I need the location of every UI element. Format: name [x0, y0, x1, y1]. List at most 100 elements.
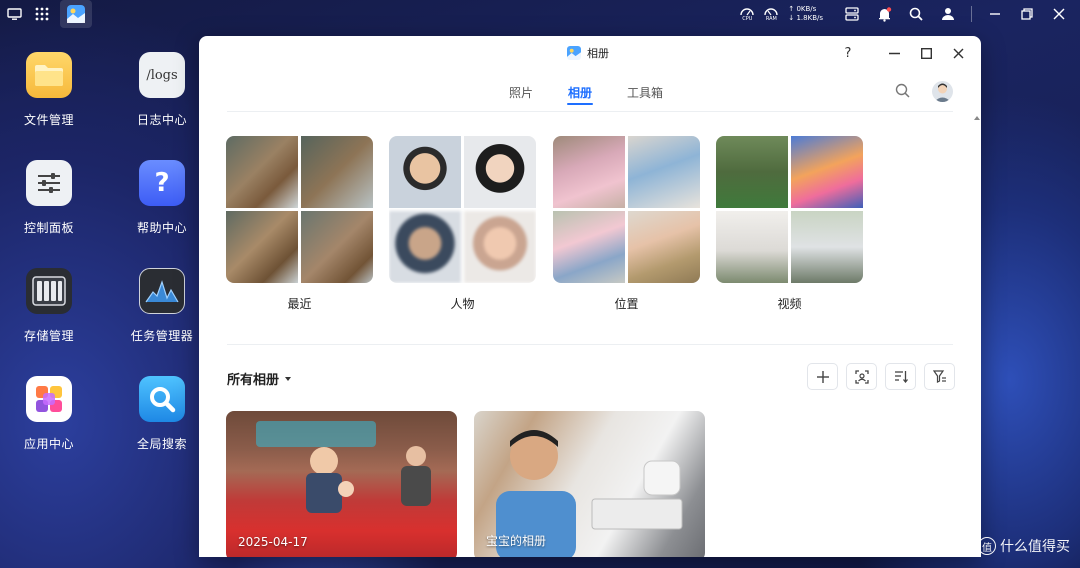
bell-icon — [878, 6, 891, 22]
face-scan-button[interactable] — [846, 363, 877, 390]
server-status-button[interactable] — [837, 0, 867, 28]
video-thumbnail — [791, 136, 863, 208]
help-button[interactable]: ? — [837, 42, 859, 64]
desktop-icon-control-panel[interactable]: 控制面板 — [0, 160, 99, 236]
taskbar-photos-app[interactable] — [60, 0, 92, 28]
add-album-button[interactable] — [807, 363, 838, 390]
minimize-all-button[interactable] — [980, 0, 1010, 28]
section-title: 所有相册 — [227, 373, 280, 388]
ram-label: RAM — [765, 16, 777, 22]
restore-icon — [1021, 8, 1033, 20]
close-icon — [953, 48, 963, 58]
tab-albums[interactable]: 相册 — [568, 84, 592, 101]
activity-chart-icon — [139, 268, 185, 314]
watermark-badge: 值 — [978, 537, 996, 555]
monitor-icon — [6, 7, 22, 20]
tab-toolbox[interactable]: 工具箱 — [627, 84, 663, 101]
category-places[interactable]: 位置 — [553, 136, 700, 312]
category-collage — [226, 136, 373, 283]
album-name: 宝宝的相册 — [486, 534, 547, 548]
grid-icon — [35, 7, 49, 21]
search-icon — [909, 7, 923, 21]
filter-button[interactable] — [924, 363, 955, 390]
desktop-icon-task-manager[interactable]: 任务管理器 — [112, 268, 212, 344]
plus-icon — [816, 370, 829, 383]
desktop-icon-storage-manager[interactable]: 存储管理 — [0, 268, 99, 344]
gauge-icon — [740, 8, 755, 16]
minimize-icon — [888, 52, 900, 54]
face-thumbnail — [389, 211, 461, 283]
user-avatar-icon — [934, 83, 951, 102]
desktop-icon-global-search[interactable]: 全局搜索 — [112, 376, 212, 452]
album-card[interactable]: 2025-04-17 — [226, 411, 457, 557]
desktop-icon-label: 控制面板 — [23, 221, 74, 235]
photo-thumbnail — [628, 136, 700, 208]
search-icon — [895, 83, 910, 98]
desktop-icon-help-center[interactable]: ? 帮助中心 — [112, 160, 212, 236]
app-launcher-button[interactable] — [28, 0, 56, 28]
category-collage — [553, 136, 700, 283]
category-people[interactable]: 人物 — [389, 136, 536, 312]
desktop-icon-label: 日志中心 — [136, 113, 187, 127]
photo-thumbnail — [628, 211, 700, 283]
search-icon — [139, 376, 185, 422]
all-albums-dropdown[interactable]: 所有相册 — [227, 369, 292, 388]
album-card[interactable]: 宝宝的相册 — [474, 411, 705, 557]
face-thumbnail — [389, 136, 461, 208]
app-center-icon — [26, 376, 72, 422]
global-search-button[interactable] — [901, 0, 931, 28]
header-divider — [227, 111, 953, 112]
close-icon — [1053, 8, 1065, 20]
close-all-button[interactable] — [1044, 0, 1074, 28]
desktop-icon-app-center[interactable]: 应用中心 — [0, 376, 99, 452]
photo-thumbnail — [301, 211, 373, 283]
watermark: 值 什么值得买 — [978, 536, 1070, 556]
server-icon — [845, 7, 859, 21]
window-titlebar[interactable]: 相册 ? — [199, 36, 981, 70]
maximize-button[interactable] — [915, 42, 937, 64]
user-menu-button[interactable] — [933, 0, 963, 28]
close-button[interactable] — [947, 42, 969, 64]
cpu-meter[interactable]: CPU — [736, 0, 758, 28]
category-label: 最近 — [287, 297, 312, 311]
search-button[interactable] — [895, 83, 910, 102]
desktop-icon-label: 存储管理 — [23, 329, 74, 343]
photo-thumbnail — [226, 136, 298, 208]
tab-photos[interactable]: 照片 — [509, 84, 533, 101]
restore-button[interactable] — [1012, 0, 1042, 28]
download-speed: ↓ 1.8KB/s — [788, 14, 823, 22]
desktop-icon-file-manager[interactable]: 文件管理 — [0, 52, 99, 128]
video-thumbnail — [716, 136, 788, 208]
logs-icon-text: /logs — [146, 67, 178, 83]
avatar[interactable] — [932, 81, 953, 102]
scrollbar[interactable] — [972, 116, 981, 557]
desktop-icon-label: 文件管理 — [23, 113, 74, 127]
video-thumbnail — [791, 211, 863, 283]
photo-thumbnail — [301, 136, 373, 208]
filter-icon — [932, 370, 946, 383]
ram-meter[interactable]: RAM — [760, 0, 782, 28]
photos-app-icon — [67, 5, 85, 23]
scan-face-icon — [854, 369, 869, 384]
scroll-up-arrow-icon[interactable] — [974, 116, 980, 120]
taskbar-separator — [971, 6, 972, 22]
cpu-label: CPU — [742, 16, 753, 22]
active-tab-indicator — [567, 103, 593, 105]
sort-button[interactable] — [885, 363, 916, 390]
storage-icon — [26, 268, 72, 314]
category-videos[interactable]: 视频 — [716, 136, 863, 312]
category-recent[interactable]: 最近 — [226, 136, 373, 312]
window-title-group: 相册 — [567, 45, 609, 61]
minimize-icon — [990, 13, 1000, 15]
desktop-icon-label: 全局搜索 — [136, 437, 187, 451]
category-collage — [389, 136, 536, 283]
video-thumbnail — [716, 211, 788, 283]
notifications-button[interactable] — [869, 0, 899, 28]
show-desktop-button[interactable] — [0, 0, 28, 28]
desktop-icon-log-center[interactable]: /logs 日志中心 — [112, 52, 212, 128]
photo-thumbnail — [553, 211, 625, 283]
caret-down-icon — [285, 376, 292, 381]
category-label: 人物 — [450, 297, 475, 311]
view-tabs: 照片 相册 工具箱 — [199, 80, 981, 104]
minimize-button[interactable] — [883, 42, 905, 64]
